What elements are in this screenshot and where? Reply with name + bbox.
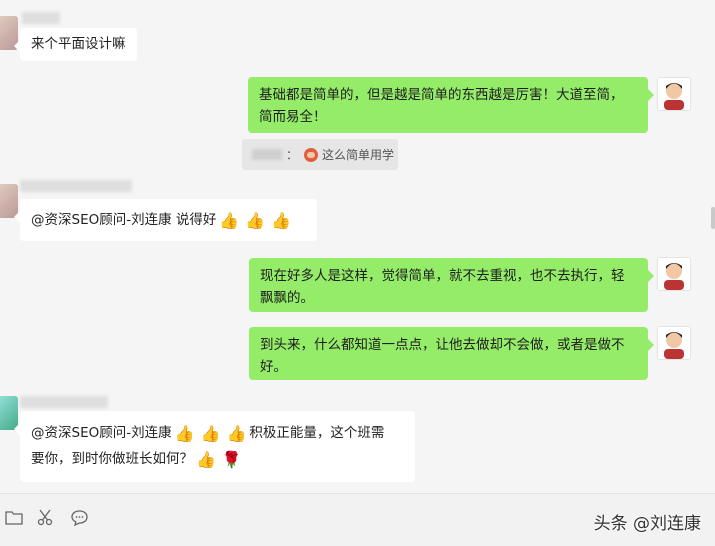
message-bubble[interactable]: 基础都是简单的，但是越是简单的东西越是厉害！大道至简， 简而易全！ (248, 77, 654, 133)
message-text-line: 简而易全！ (259, 109, 327, 125)
message-bubble[interactable]: 来个平面设计嘛 (14, 28, 137, 61)
message-text: 来个平面设计嘛 (31, 36, 126, 52)
sender-name-blurred (20, 396, 108, 408)
message-bubble[interactable]: @资深SEO顾问-刘连康 👍 👍 👍 积极正能量，这个班需 要你，到时你做班长如何？ 👍 🌹 (14, 411, 415, 482)
thumbs-up-icon: 👍 (245, 211, 266, 230)
thumbs-up-icon: 👍 (174, 424, 195, 443)
quoted-reply[interactable]: ： 这么简单用学 (242, 139, 398, 170)
chat-bubble-icon[interactable] (68, 506, 90, 528)
folder-icon[interactable] (3, 506, 25, 528)
quote-text: 这么简单用学 (322, 148, 395, 162)
message-bubble[interactable]: @资深SEO顾问-刘连康 说得好 👍 👍 👍 (14, 199, 317, 241)
thumbs-up-icon: 👍 (219, 211, 240, 230)
message-text: @资深SEO顾问-刘连康 说得好 (31, 212, 217, 228)
scissors-icon[interactable] (35, 506, 57, 528)
rose-icon: 🌹 (221, 450, 242, 469)
message-bubble[interactable]: 现在好多人是这样，觉得简单，就不去重视，也不去执行，轻 飘飘的。 (249, 258, 654, 312)
quoted-sender-blurred (252, 149, 282, 160)
thumbs-up-icon: 👍 (200, 424, 221, 443)
thumbs-up-icon: 👍 (196, 450, 216, 469)
mention-text: @资深SEO顾问-刘连康 (31, 425, 172, 441)
message-text-line: 现在好多人是这样，觉得简单，就不去重视，也不去执行，轻 (260, 268, 625, 284)
thumbs-up-icon: 👍 (271, 211, 292, 230)
message-text-line: 到头来，什么都知道一点点，让他去做却不会做，或者是做不 (260, 337, 625, 353)
message-text-line: 好。 (260, 359, 287, 375)
avatar[interactable] (657, 257, 691, 291)
message-text: 要你，到时你做班长如何？ (31, 451, 193, 467)
avatar[interactable] (657, 77, 691, 111)
watermark: 头条 @刘连康 (593, 514, 701, 534)
message-text-line: 飘飘的。 (260, 290, 314, 306)
scrollbar-thumb[interactable] (711, 207, 715, 229)
avatar[interactable] (657, 326, 691, 360)
chat-history: 来个平面设计嘛 基础都是简单的，但是越是简单的东西越是厉害！大道至简， 简而易全… (0, 0, 715, 493)
quoted-avatar-icon (304, 147, 319, 162)
message-text-line: 基础都是简单的，但是越是简单的东西越是厉害！大道至简， (259, 87, 624, 103)
sender-name-blurred (22, 12, 60, 24)
message-bubble[interactable]: 到头来，什么都知道一点点，让他去做却不会做，或者是做不 好。 (249, 327, 654, 380)
quote-separator: ： (286, 148, 299, 162)
thumbs-up-icon: 👍 (226, 424, 247, 443)
message-text: 积极正能量，这个班需 (249, 425, 385, 441)
sender-name-blurred (20, 180, 132, 192)
